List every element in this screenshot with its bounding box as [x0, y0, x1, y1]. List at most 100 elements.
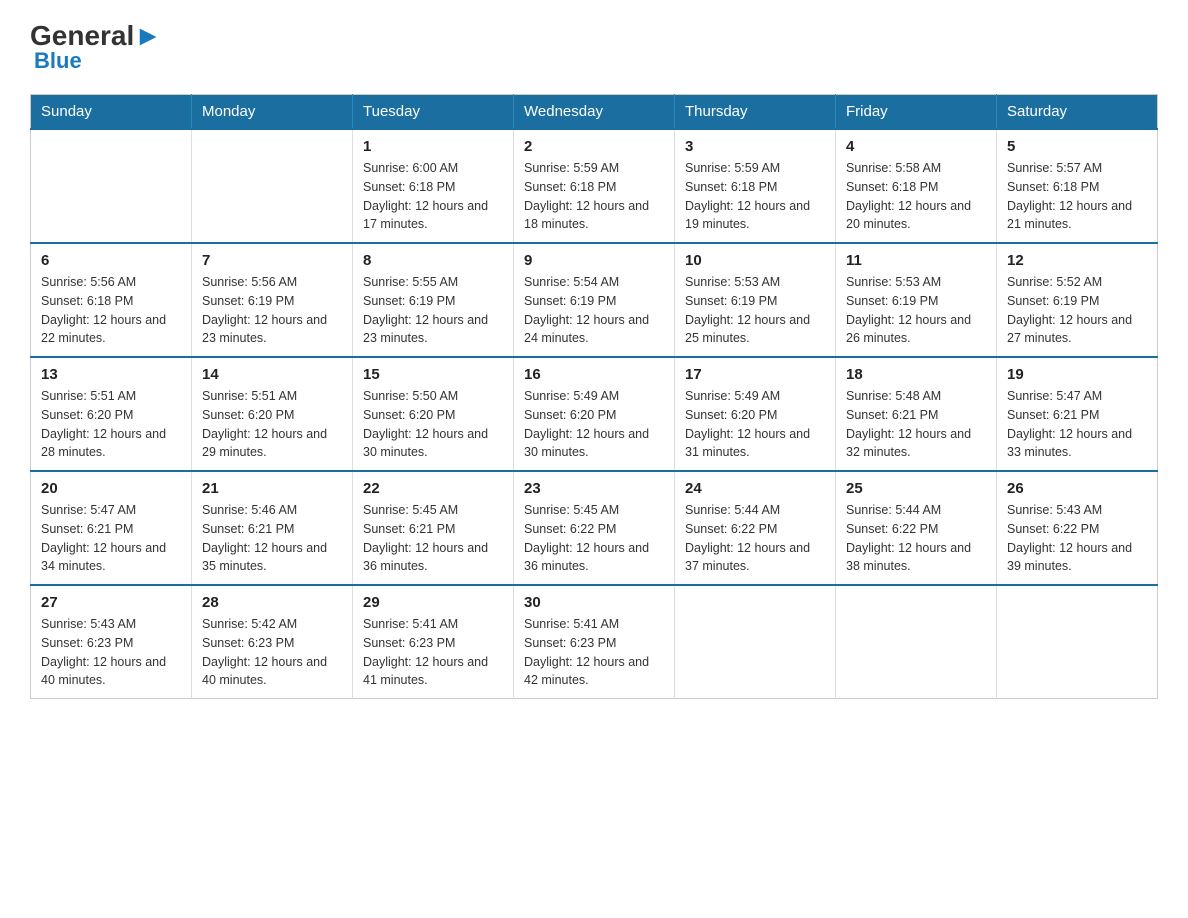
calendar-cell [675, 585, 836, 699]
logo-blue-text: ► [134, 20, 162, 52]
day-number: 25 [846, 480, 986, 497]
day-info: Sunrise: 5:59 AMSunset: 6:18 PMDaylight:… [524, 159, 664, 234]
day-number: 22 [363, 480, 503, 497]
day-info: Sunrise: 5:45 AMSunset: 6:22 PMDaylight:… [524, 501, 664, 576]
day-info: Sunrise: 5:47 AMSunset: 6:21 PMDaylight:… [1007, 387, 1147, 462]
day-number: 14 [202, 366, 342, 383]
calendar-cell: 15 Sunrise: 5:50 AMSunset: 6:20 PMDaylig… [353, 357, 514, 471]
day-info: Sunrise: 5:41 AMSunset: 6:23 PMDaylight:… [363, 615, 503, 690]
calendar-cell: 9 Sunrise: 5:54 AMSunset: 6:19 PMDayligh… [514, 243, 675, 357]
day-header-sunday: Sunday [31, 95, 192, 130]
calendar-header: SundayMondayTuesdayWednesdayThursdayFrid… [31, 95, 1158, 130]
day-info: Sunrise: 5:58 AMSunset: 6:18 PMDaylight:… [846, 159, 986, 234]
day-header-wednesday: Wednesday [514, 95, 675, 130]
calendar-cell [836, 585, 997, 699]
day-number: 15 [363, 366, 503, 383]
page-header: General ► Blue [30, 20, 1158, 74]
day-number: 3 [685, 138, 825, 155]
calendar-week-5: 27 Sunrise: 5:43 AMSunset: 6:23 PMDaylig… [31, 585, 1158, 699]
calendar-table: SundayMondayTuesdayWednesdayThursdayFrid… [30, 94, 1158, 699]
day-number: 16 [524, 366, 664, 383]
day-info: Sunrise: 5:49 AMSunset: 6:20 PMDaylight:… [524, 387, 664, 462]
day-number: 4 [846, 138, 986, 155]
day-info: Sunrise: 5:51 AMSunset: 6:20 PMDaylight:… [202, 387, 342, 462]
day-number: 27 [41, 594, 181, 611]
calendar-cell: 10 Sunrise: 5:53 AMSunset: 6:19 PMDaylig… [675, 243, 836, 357]
day-info: Sunrise: 5:57 AMSunset: 6:18 PMDaylight:… [1007, 159, 1147, 234]
day-number: 1 [363, 138, 503, 155]
day-info: Sunrise: 5:50 AMSunset: 6:20 PMDaylight:… [363, 387, 503, 462]
calendar-cell [31, 129, 192, 243]
calendar-week-3: 13 Sunrise: 5:51 AMSunset: 6:20 PMDaylig… [31, 357, 1158, 471]
day-info: Sunrise: 5:43 AMSunset: 6:22 PMDaylight:… [1007, 501, 1147, 576]
calendar-cell: 28 Sunrise: 5:42 AMSunset: 6:23 PMDaylig… [192, 585, 353, 699]
day-number: 26 [1007, 480, 1147, 497]
calendar-cell: 18 Sunrise: 5:48 AMSunset: 6:21 PMDaylig… [836, 357, 997, 471]
calendar-cell: 24 Sunrise: 5:44 AMSunset: 6:22 PMDaylig… [675, 471, 836, 585]
calendar-week-2: 6 Sunrise: 5:56 AMSunset: 6:18 PMDayligh… [31, 243, 1158, 357]
day-number: 19 [1007, 366, 1147, 383]
calendar-cell: 6 Sunrise: 5:56 AMSunset: 6:18 PMDayligh… [31, 243, 192, 357]
calendar-cell: 30 Sunrise: 5:41 AMSunset: 6:23 PMDaylig… [514, 585, 675, 699]
calendar-cell: 21 Sunrise: 5:46 AMSunset: 6:21 PMDaylig… [192, 471, 353, 585]
day-number: 24 [685, 480, 825, 497]
calendar-week-4: 20 Sunrise: 5:47 AMSunset: 6:21 PMDaylig… [31, 471, 1158, 585]
calendar-cell: 13 Sunrise: 5:51 AMSunset: 6:20 PMDaylig… [31, 357, 192, 471]
calendar-cell: 4 Sunrise: 5:58 AMSunset: 6:18 PMDayligh… [836, 129, 997, 243]
day-info: Sunrise: 6:00 AMSunset: 6:18 PMDaylight:… [363, 159, 503, 234]
day-header-row: SundayMondayTuesdayWednesdayThursdayFrid… [31, 95, 1158, 130]
day-number: 2 [524, 138, 664, 155]
day-info: Sunrise: 5:45 AMSunset: 6:21 PMDaylight:… [363, 501, 503, 576]
day-info: Sunrise: 5:43 AMSunset: 6:23 PMDaylight:… [41, 615, 181, 690]
calendar-cell: 23 Sunrise: 5:45 AMSunset: 6:22 PMDaylig… [514, 471, 675, 585]
day-number: 29 [363, 594, 503, 611]
day-info: Sunrise: 5:48 AMSunset: 6:21 PMDaylight:… [846, 387, 986, 462]
calendar-cell: 12 Sunrise: 5:52 AMSunset: 6:19 PMDaylig… [997, 243, 1158, 357]
calendar-cell: 27 Sunrise: 5:43 AMSunset: 6:23 PMDaylig… [31, 585, 192, 699]
day-info: Sunrise: 5:56 AMSunset: 6:19 PMDaylight:… [202, 273, 342, 348]
day-info: Sunrise: 5:52 AMSunset: 6:19 PMDaylight:… [1007, 273, 1147, 348]
day-info: Sunrise: 5:44 AMSunset: 6:22 PMDaylight:… [846, 501, 986, 576]
calendar-cell: 2 Sunrise: 5:59 AMSunset: 6:18 PMDayligh… [514, 129, 675, 243]
calendar-cell: 25 Sunrise: 5:44 AMSunset: 6:22 PMDaylig… [836, 471, 997, 585]
day-number: 30 [524, 594, 664, 611]
day-header-monday: Monday [192, 95, 353, 130]
day-number: 13 [41, 366, 181, 383]
day-info: Sunrise: 5:44 AMSunset: 6:22 PMDaylight:… [685, 501, 825, 576]
day-header-saturday: Saturday [997, 95, 1158, 130]
day-header-thursday: Thursday [675, 95, 836, 130]
day-number: 23 [524, 480, 664, 497]
day-info: Sunrise: 5:53 AMSunset: 6:19 PMDaylight:… [685, 273, 825, 348]
calendar-cell [192, 129, 353, 243]
calendar-cell [997, 585, 1158, 699]
day-header-friday: Friday [836, 95, 997, 130]
calendar-cell: 5 Sunrise: 5:57 AMSunset: 6:18 PMDayligh… [997, 129, 1158, 243]
day-info: Sunrise: 5:46 AMSunset: 6:21 PMDaylight:… [202, 501, 342, 576]
day-info: Sunrise: 5:56 AMSunset: 6:18 PMDaylight:… [41, 273, 181, 348]
calendar-cell: 16 Sunrise: 5:49 AMSunset: 6:20 PMDaylig… [514, 357, 675, 471]
day-info: Sunrise: 5:49 AMSunset: 6:20 PMDaylight:… [685, 387, 825, 462]
day-number: 8 [363, 252, 503, 269]
logo: General ► Blue [30, 20, 162, 74]
calendar-cell: 22 Sunrise: 5:45 AMSunset: 6:21 PMDaylig… [353, 471, 514, 585]
day-number: 11 [846, 252, 986, 269]
day-number: 6 [41, 252, 181, 269]
day-number: 28 [202, 594, 342, 611]
day-info: Sunrise: 5:54 AMSunset: 6:19 PMDaylight:… [524, 273, 664, 348]
day-number: 12 [1007, 252, 1147, 269]
calendar-cell: 1 Sunrise: 6:00 AMSunset: 6:18 PMDayligh… [353, 129, 514, 243]
calendar-cell: 7 Sunrise: 5:56 AMSunset: 6:19 PMDayligh… [192, 243, 353, 357]
day-number: 18 [846, 366, 986, 383]
day-info: Sunrise: 5:59 AMSunset: 6:18 PMDaylight:… [685, 159, 825, 234]
day-header-tuesday: Tuesday [353, 95, 514, 130]
day-info: Sunrise: 5:41 AMSunset: 6:23 PMDaylight:… [524, 615, 664, 690]
calendar-cell: 17 Sunrise: 5:49 AMSunset: 6:20 PMDaylig… [675, 357, 836, 471]
day-number: 21 [202, 480, 342, 497]
calendar-cell: 3 Sunrise: 5:59 AMSunset: 6:18 PMDayligh… [675, 129, 836, 243]
day-info: Sunrise: 5:53 AMSunset: 6:19 PMDaylight:… [846, 273, 986, 348]
day-number: 10 [685, 252, 825, 269]
logo-sub: Blue [34, 48, 82, 74]
day-info: Sunrise: 5:47 AMSunset: 6:21 PMDaylight:… [41, 501, 181, 576]
day-number: 9 [524, 252, 664, 269]
calendar-cell: 11 Sunrise: 5:53 AMSunset: 6:19 PMDaylig… [836, 243, 997, 357]
